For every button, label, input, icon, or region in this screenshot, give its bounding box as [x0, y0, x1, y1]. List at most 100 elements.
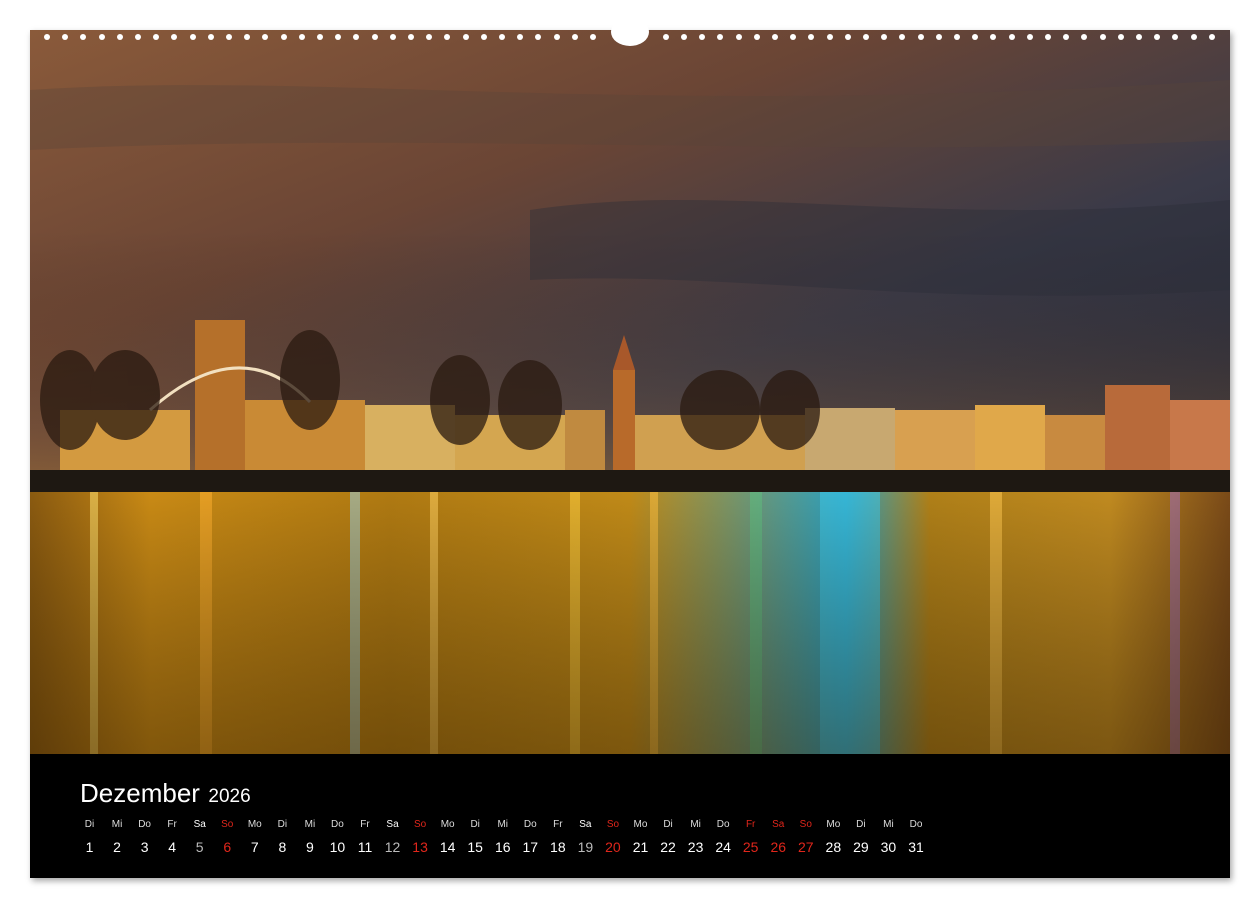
day-number: 12: [384, 839, 401, 855]
day-name: Mo: [247, 819, 262, 830]
binding-hole: [190, 34, 196, 40]
binding-hole: [390, 34, 396, 40]
binding-hole: [1154, 34, 1160, 40]
day-name: Sa: [579, 819, 592, 830]
calendar-day: Di 8: [269, 818, 296, 855]
calendar-day: Do 31: [903, 818, 930, 855]
binding-hole: [863, 34, 869, 40]
binding-hole: [1100, 34, 1106, 40]
day-number: 22: [660, 839, 676, 855]
binding-hole: [426, 34, 432, 40]
calendar-day: Fr 4: [159, 818, 186, 855]
calendar-day: Do 24: [710, 818, 737, 855]
day-name: Mo: [826, 819, 841, 830]
calendar-day: Sa 26: [765, 818, 792, 855]
day-name: Mi: [690, 819, 701, 830]
day-number: 20: [605, 839, 621, 855]
day-name: Sa: [193, 819, 206, 830]
binding-hole: [535, 34, 541, 40]
binding-hole: [408, 34, 414, 40]
binding-hole: [1209, 34, 1215, 40]
day-name: So: [221, 819, 234, 830]
binding-hole: [754, 34, 760, 40]
calendar-day: Mo 28: [820, 818, 847, 855]
day-number: 13: [412, 839, 428, 855]
day-number: 29: [853, 839, 869, 855]
binding-hole: [353, 34, 359, 40]
binding-hole: [918, 34, 924, 40]
day-number: 27: [798, 839, 814, 855]
calendar-day: Do 17: [517, 818, 544, 855]
binding-hole: [1172, 34, 1178, 40]
binding-hole: [171, 34, 177, 40]
binding-hole: [226, 34, 232, 40]
binding-hole: [1009, 34, 1015, 40]
day-name: Di: [856, 819, 866, 830]
binding-hole: [517, 34, 523, 40]
calendar-day: Mi 2: [104, 818, 131, 855]
binding-hole: [899, 34, 905, 40]
binding-hole: [117, 34, 123, 40]
binding-hole: [335, 34, 341, 40]
day-number: 14: [439, 839, 456, 855]
binding-hole: [153, 34, 159, 40]
calendar-day: Mi 30: [875, 818, 902, 855]
day-number: 5: [195, 839, 204, 855]
calendar-day: Di 1: [76, 818, 103, 855]
calendar-day: Mo 14: [434, 818, 461, 855]
day-number: 3: [140, 839, 149, 855]
binding-hole: [262, 34, 268, 40]
day-number: 24: [715, 839, 731, 855]
calendar-day: Mo 7: [241, 818, 268, 855]
calendar-strip: Dezember 2026 Di 1 Mi 2 Do 3 Fr 4 Sa 5 So 6 Mo 7 Di 8 Mi…: [30, 754, 1230, 878]
calendar-day: Sa 5: [186, 818, 213, 855]
binding-hole: [699, 34, 705, 40]
day-number: 7: [250, 839, 259, 855]
calendar-day: So 27: [792, 818, 819, 855]
binding-hole: [444, 34, 450, 40]
binding-hole: [372, 34, 378, 40]
binding-hole: [1081, 34, 1087, 40]
calendar-day: Mi 9: [296, 818, 323, 855]
hanger-notch: [611, 18, 649, 46]
binding-hole: [1027, 34, 1033, 40]
day-number: 31: [908, 839, 924, 855]
calendar-day: Mi 16: [489, 818, 516, 855]
day-name: Sa: [772, 819, 785, 830]
calendar-title: Dezember 2026: [80, 778, 251, 809]
calendar-day: Di 29: [847, 818, 874, 855]
day-number: 8: [278, 839, 287, 855]
calendar-day: So 20: [599, 818, 626, 855]
day-name: So: [799, 819, 812, 830]
binding-hole: [827, 34, 833, 40]
calendar-day: Di 22: [655, 818, 682, 855]
day-name: Do: [138, 819, 151, 830]
calendar-day: Sa 19: [572, 818, 599, 855]
day-number: 6: [223, 839, 232, 855]
binding-hole: [463, 34, 469, 40]
binding-hole: [1191, 34, 1197, 40]
binding-hole: [717, 34, 723, 40]
binding-hole: [481, 34, 487, 40]
calendar-day: Fr 11: [352, 818, 379, 855]
day-number: 4: [168, 839, 177, 855]
binding-hole: [317, 34, 323, 40]
day-name: Sa: [386, 819, 399, 830]
day-name: Mi: [111, 819, 123, 830]
day-number: 23: [687, 839, 704, 855]
day-name: So: [606, 819, 620, 830]
day-name: Do: [716, 819, 730, 830]
day-name: Fr: [167, 819, 177, 830]
day-name: Do: [909, 819, 923, 830]
day-name: Mo: [440, 819, 455, 830]
day-number: 10: [329, 839, 346, 855]
binding-hole: [572, 34, 578, 40]
day-name: Mi: [304, 819, 316, 830]
calendar-day: Fr 25: [737, 818, 764, 855]
day-name: Di: [663, 819, 673, 830]
binding-hole: [681, 34, 687, 40]
binding-hole: [44, 34, 50, 40]
day-name: Fr: [745, 819, 756, 830]
calendar-day: Do 3: [131, 818, 158, 855]
binding-hole: [736, 34, 742, 40]
